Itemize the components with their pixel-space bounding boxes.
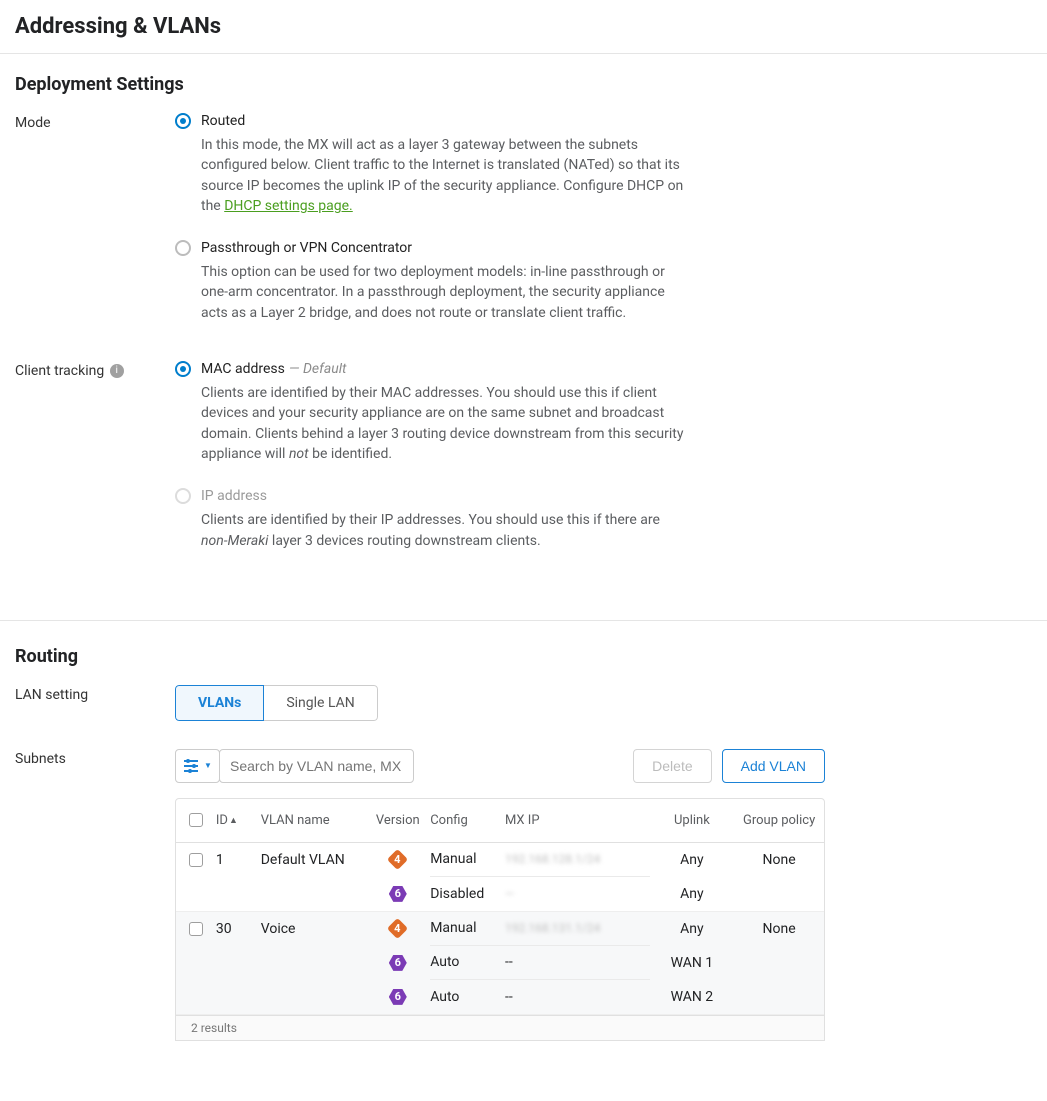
dhcp-settings-link[interactable]: DHCP settings page.: [224, 198, 353, 214]
mode-option-routed[interactable]: Routed In this mode, the MX will act as …: [175, 113, 685, 216]
col-mxip[interactable]: MX IP: [505, 813, 650, 828]
mode-routed-label: Routed: [201, 113, 245, 129]
tracking-option-ip: IP address Clients are identified by the…: [175, 488, 685, 551]
cell-group-policy: None: [734, 921, 824, 937]
cell-id: 1: [216, 852, 261, 868]
table-footer: 2 results: [175, 1016, 825, 1041]
delete-button: Delete: [633, 749, 711, 783]
cell-uplink: WAN 2: [650, 989, 735, 1005]
lan-setting-tabs: VLANs Single LAN: [175, 685, 378, 721]
tracking-ip-label: IP address: [201, 488, 267, 504]
routing-heading: Routing: [0, 646, 1047, 677]
col-name[interactable]: VLAN name: [261, 813, 366, 828]
default-tag: — Default: [289, 361, 347, 377]
page-title: Addressing & VLANs: [0, 0, 1047, 54]
col-config[interactable]: Config: [430, 813, 505, 828]
cell-uplink: Any: [650, 921, 735, 937]
cell-config: Manual: [430, 912, 505, 946]
cell-mxip: 192.168.131.1/24: [505, 921, 600, 935]
mode-label: Mode: [15, 113, 175, 131]
cell-config: Disabled: [430, 877, 505, 911]
cell-config: Auto: [430, 980, 505, 1014]
lan-setting-label: LAN setting: [15, 685, 175, 703]
cell-group-policy: None: [734, 852, 824, 868]
info-icon[interactable]: i: [110, 364, 124, 378]
ipv6-icon: 6: [389, 886, 407, 902]
select-all-checkbox[interactable]: [189, 813, 203, 827]
filter-button[interactable]: ▼: [175, 749, 220, 783]
cell-mxip: --: [505, 946, 650, 980]
ipv4-icon: 4: [387, 849, 408, 870]
table-header: ID▲ VLAN name Version Config MX IP Uplin…: [176, 799, 824, 843]
cell-mxip: --: [505, 980, 650, 1014]
cell-config: Auto: [430, 946, 505, 980]
mode-passthrough-desc: This option can be used for two deployme…: [201, 262, 685, 323]
mode-option-passthrough[interactable]: Passthrough or VPN Concentrator This opt…: [175, 240, 685, 323]
vlan-table: ID▲ VLAN name Version Config MX IP Uplin…: [175, 798, 825, 1016]
tracking-option-mac[interactable]: MAC address — Default Clients are identi…: [175, 361, 685, 464]
subnets-label: Subnets: [15, 749, 175, 767]
radio-icon: [175, 113, 191, 129]
radio-icon: [175, 240, 191, 256]
filter-icon: [183, 759, 201, 773]
ipv6-icon: 6: [389, 989, 407, 1005]
col-id[interactable]: ID▲: [216, 813, 261, 828]
cell-id: 30: [216, 921, 261, 937]
tab-vlans[interactable]: VLANs: [175, 685, 264, 721]
cell-uplink: Any: [650, 852, 735, 868]
chevron-down-icon: ▼: [204, 761, 212, 770]
radio-icon: [175, 361, 191, 377]
sort-asc-icon: ▲: [229, 816, 238, 826]
col-uplink[interactable]: Uplink: [650, 813, 735, 828]
cell-config: Manual: [430, 843, 505, 877]
deployment-heading: Deployment Settings: [0, 74, 1047, 105]
cell-uplink: WAN 1: [650, 955, 735, 971]
tracking-ip-desc: Clients are identified by their IP addre…: [201, 510, 685, 551]
cell-uplink: Any: [650, 886, 735, 902]
cell-name: Default VLAN: [261, 852, 366, 868]
tracking-mac-desc: Clients are identified by their MAC addr…: [201, 383, 685, 464]
radio-icon: [175, 488, 191, 504]
row-checkbox[interactable]: [189, 922, 203, 936]
tab-single-lan[interactable]: Single LAN: [264, 685, 377, 721]
mode-routed-desc: In this mode, the MX will act as a layer…: [201, 135, 685, 216]
tracking-label: Client tracking i: [15, 361, 175, 379]
cell-name: Voice: [261, 921, 366, 937]
col-group-policy[interactable]: Group policy: [734, 813, 824, 828]
table-row[interactable]: 30 Voice 4 Manual 192.168.131.1/24 Any N…: [176, 912, 824, 1015]
cell-mxip: —: [505, 887, 514, 901]
mode-passthrough-label: Passthrough or VPN Concentrator: [201, 240, 412, 256]
ipv4-icon: 4: [387, 918, 408, 939]
cell-mxip: 192.168.128.1/24: [505, 852, 600, 866]
row-checkbox[interactable]: [189, 853, 203, 867]
search-input[interactable]: [219, 749, 414, 783]
tracking-mac-label: MAC address: [201, 361, 285, 377]
table-row[interactable]: 1 Default VLAN 4 Manual 192.168.128.1/24…: [176, 843, 824, 912]
add-vlan-button[interactable]: Add VLAN: [722, 749, 825, 783]
ipv6-icon: 6: [389, 955, 407, 971]
col-version[interactable]: Version: [365, 813, 430, 828]
